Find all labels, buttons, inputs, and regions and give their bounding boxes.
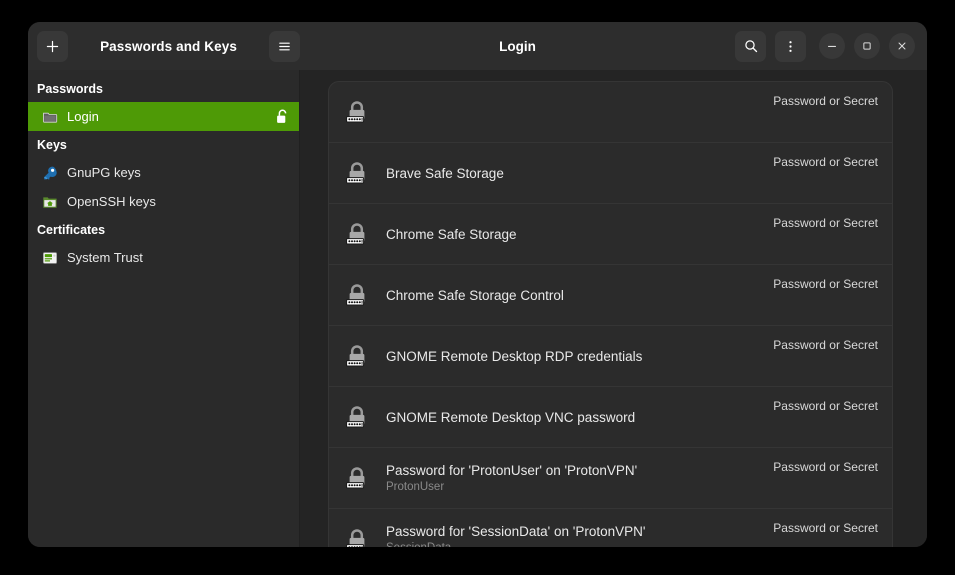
search-icon (743, 38, 759, 54)
password-padlock-icon (342, 402, 372, 432)
row-type-label: Password or Secret (757, 216, 878, 230)
row-text: Chrome Safe Storage (386, 226, 757, 243)
table-row[interactable]: GNOME Remote Desktop VNC password Passwo… (329, 387, 892, 448)
app-title: Passwords and Keys (68, 39, 269, 54)
openssh-folder-icon (42, 194, 58, 210)
row-title: GNOME Remote Desktop RDP credentials (386, 348, 757, 365)
kebab-menu-icon (783, 39, 798, 54)
row-title: Chrome Safe Storage Control (386, 287, 757, 304)
header-sidebar-side: Passwords and Keys (28, 22, 300, 70)
row-title: Brave Safe Storage (386, 165, 757, 182)
close-button[interactable] (889, 33, 915, 59)
table-row[interactable]: Password for 'SessionData' on 'ProtonVPN… (329, 509, 892, 547)
table-row[interactable]: Brave Safe Storage Password or Secret (329, 143, 892, 204)
header-content-side: Login (300, 22, 927, 70)
minimize-button[interactable] (819, 33, 845, 59)
hamburger-menu-icon (277, 39, 292, 54)
window-controls (819, 33, 915, 59)
sidebar-item-label: OpenSSH keys (67, 194, 289, 209)
row-text: Chrome Safe Storage Control (386, 287, 757, 304)
sidebar-section-header-keys: Keys (28, 131, 299, 158)
unlocked-padlock-icon (275, 109, 289, 125)
sidebar-section-header-certificates: Certificates (28, 216, 299, 243)
maximize-icon (860, 39, 874, 53)
sidebar-item-gnupg-keys[interactable]: GnuPG keys (28, 158, 299, 187)
maximize-button[interactable] (854, 33, 880, 59)
row-title: Password for 'ProtonUser' on 'ProtonVPN' (386, 462, 757, 479)
row-type-label: Password or Secret (757, 338, 878, 352)
main-menu-button[interactable] (269, 31, 300, 62)
row-text: Password for 'SessionData' on 'ProtonVPN… (386, 523, 757, 547)
password-padlock-icon (342, 525, 372, 548)
row-type-label: Password or Secret (757, 155, 878, 169)
sidebar-item-label: GnuPG keys (67, 165, 289, 180)
row-type-label: Password or Secret (757, 277, 878, 291)
gnupg-key-icon (42, 165, 58, 181)
search-button[interactable] (735, 31, 766, 62)
password-padlock-icon (342, 463, 372, 493)
header-bar: Passwords and Keys Login (28, 22, 927, 70)
row-text: GNOME Remote Desktop VNC password (386, 409, 757, 426)
password-list: Password or Secret (328, 81, 893, 547)
row-title: Chrome Safe Storage (386, 226, 757, 243)
password-padlock-icon (342, 280, 372, 310)
row-subtitle: SessionData (386, 541, 757, 547)
row-text: Brave Safe Storage (386, 165, 757, 182)
sidebar-item-system-trust[interactable]: System Trust (28, 243, 299, 272)
table-row[interactable]: Chrome Safe Storage Password or Secret (329, 204, 892, 265)
table-row[interactable]: Password or Secret (329, 82, 892, 143)
application-window: Passwords and Keys Login (28, 22, 927, 547)
sidebar-item-label: System Trust (67, 250, 289, 265)
sidebar-item-login[interactable]: Login (28, 102, 299, 131)
row-type-label: Password or Secret (757, 94, 878, 108)
password-padlock-icon (342, 219, 372, 249)
page-title: Login (499, 39, 536, 54)
window-body: Passwords Login Keys (28, 70, 927, 547)
sidebar-item-openssh-keys[interactable]: OpenSSH keys (28, 187, 299, 216)
more-options-button[interactable] (775, 31, 806, 62)
table-row[interactable]: Password for 'ProtonUser' on 'ProtonVPN'… (329, 448, 892, 509)
sidebar-section-header-passwords: Passwords (28, 75, 299, 102)
certificate-icon (42, 250, 58, 266)
sidebar: Passwords Login Keys (28, 70, 300, 547)
row-title: Password for 'SessionData' on 'ProtonVPN… (386, 523, 757, 540)
row-text: Password for 'ProtonUser' on 'ProtonVPN'… (386, 462, 757, 495)
password-padlock-icon (342, 158, 372, 188)
table-row[interactable]: GNOME Remote Desktop RDP credentials Pas… (329, 326, 892, 387)
close-icon (895, 39, 909, 53)
keyring-folder-icon (42, 109, 58, 125)
page-title-wrap: Login (300, 39, 735, 54)
row-text: GNOME Remote Desktop RDP credentials (386, 348, 757, 365)
row-type-label: Password or Secret (757, 399, 878, 413)
new-item-button[interactable] (37, 31, 68, 62)
row-subtitle: ProtonUser (386, 480, 757, 495)
row-type-label: Password or Secret (757, 521, 878, 535)
password-padlock-icon (342, 97, 372, 127)
row-type-label: Password or Secret (757, 460, 878, 474)
minimize-icon (825, 39, 839, 53)
password-padlock-icon (342, 341, 372, 371)
sidebar-item-label: Login (67, 109, 266, 124)
row-title: GNOME Remote Desktop VNC password (386, 409, 757, 426)
header-actions (735, 31, 806, 62)
table-row[interactable]: Chrome Safe Storage Control Password or … (329, 265, 892, 326)
plus-icon (45, 39, 60, 54)
content-area: Password or Secret (300, 70, 927, 547)
